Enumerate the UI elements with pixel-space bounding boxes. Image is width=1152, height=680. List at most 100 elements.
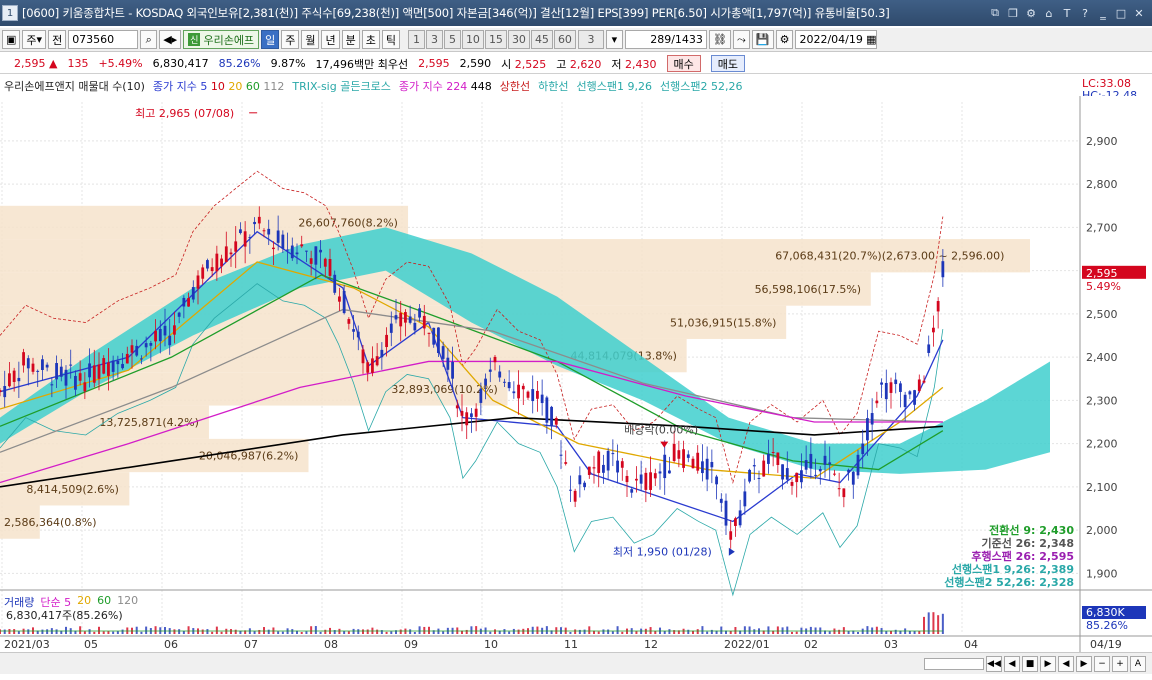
legend-ma224[interactable]: 종가 지수 224 448 [399,78,492,94]
period-button[interactable]: 일 [261,30,280,49]
period-button[interactable]: 분 [341,30,360,49]
period-button[interactable]: 주 [281,30,300,49]
stock-name-field[interactable]: 신 우리손에프 [183,30,260,49]
volume-bar [885,631,888,634]
volume-bar [338,628,341,634]
volume-bar [385,631,388,634]
minute-step-button[interactable]: 5 [443,30,461,49]
candle-body [130,345,134,353]
candle-body [154,330,157,342]
candle-body [224,246,228,262]
save-icon[interactable]: 💾 [751,30,774,49]
sound-icon[interactable]: ◀▸ [159,30,182,49]
nav-button[interactable]: ◀ [1004,655,1020,672]
legend-ma[interactable]: 종가 지수 5 10 20 60 112 [153,78,284,94]
window-number-badge[interactable]: 1 [2,5,18,21]
bid-price: 2,590 [459,57,492,70]
candle-body [620,461,624,468]
minute-step-button[interactable]: 3 [425,30,443,49]
layout-icon[interactable]: ▣ [2,30,21,49]
price-chart[interactable]: 1,9002,0002,1002,2002,3002,4002,5002,600… [0,96,1152,652]
volume-bar [696,629,699,634]
candle-body [187,298,190,307]
home-icon[interactable]: ⌂ [1042,6,1056,20]
nav-button[interactable]: ◀◀ [986,655,1002,672]
period-button[interactable]: 월 [301,30,320,49]
candle-body [795,472,799,483]
candle-body [380,349,384,358]
nav-button[interactable]: + [1112,655,1128,672]
volume-profile-label: 13,725,871(4.2%) [99,416,199,429]
period-type-select[interactable]: 주 ▾ [22,30,47,49]
volume-bar [107,631,110,634]
volume-bar [13,629,16,634]
minute-step-button[interactable]: 30 [507,30,530,49]
horizontal-scrollbar[interactable] [924,657,984,670]
gear-icon[interactable]: ⚙ [775,30,794,49]
restore-icon[interactable]: ⧉ [988,6,1002,20]
volume-bar [413,631,416,634]
legend-upper[interactable]: 상한선 [500,78,530,94]
maximize-icon[interactable]: □ [1114,6,1128,20]
calendar-icon[interactable]: ▦ [866,33,876,46]
candle-body [69,364,73,366]
volume-bar [842,627,845,634]
date-input[interactable]: 2022/04/19 ▦ [795,30,878,49]
candle-body [639,474,643,484]
minute-step-button[interactable]: 60 [553,30,576,49]
prev-button[interactable]: 전 [48,30,67,49]
legend-stock[interactable]: 우리손에프앤지 매물대 수(10) [4,78,145,94]
minute-step-button[interactable]: 10 [461,30,484,49]
volume-bar [314,626,317,634]
minute-step-button[interactable]: 15 [484,30,507,49]
minute-step-button[interactable]: 1 [407,30,425,49]
nav-button[interactable]: ■ [1022,655,1038,672]
nav-button[interactable]: ▶ [1076,655,1092,672]
minimize-icon[interactable]: ‗ [1096,6,1110,20]
chart-type-icon[interactable]: ⤳ [732,30,750,49]
high-annotation: 최고 2,965 (07/08) [135,107,234,120]
nav-button[interactable]: A [1130,655,1146,672]
candle-body [554,418,558,425]
period-button[interactable]: 틱 [381,30,400,49]
volume-bar [569,631,572,634]
indicator-legend: 우리손에프앤지 매물대 수(10) 종가 지수 5 10 20 60 112 T… [0,78,1080,94]
candle-body [465,412,469,426]
volume-bar [234,629,237,634]
ichimoku-value: 후행스팬 26: 2,595 [971,549,1074,563]
volume-bar [494,629,496,634]
nav-button[interactable]: ◀ [1058,655,1074,672]
step-dropdown-icon[interactable]: ▾ [605,30,623,49]
candle-body [422,315,426,329]
minute-step-button[interactable]: 45 [530,30,553,49]
legend-trix[interactable]: TRIX-sig 골든크로스 [292,78,390,94]
candle-body [767,453,770,464]
text-icon[interactable]: T [1060,6,1074,20]
buy-button[interactable]: 매수 [666,55,701,72]
candle-body [503,381,506,383]
custom-step-input[interactable]: 3 [577,30,604,49]
volume-bar [211,631,214,634]
volume-bar [621,631,624,634]
legend-span1[interactable]: 선행스팬1 9,26 [577,78,652,94]
x-tick-label: 08 [324,638,338,651]
volume-bar [531,626,534,634]
period-button[interactable]: 년 [321,30,340,49]
candle-body [441,346,445,359]
nav-button[interactable]: ▶ [1040,655,1056,672]
settings-icon[interactable]: ⚙ [1024,6,1038,20]
sell-button[interactable]: 매도 [710,55,746,72]
chain-icon[interactable]: ⛓ [708,30,731,49]
candle-body [479,388,483,403]
period-button[interactable]: 초 [361,30,380,49]
copy-icon[interactable]: ❐ [1006,6,1020,20]
search-icon[interactable]: ⌕ [140,30,158,49]
candle-body [493,356,497,363]
legend-span2[interactable]: 선행스팬2 52,26 [660,78,742,94]
close-icon[interactable]: ✕ [1132,6,1146,20]
legend-lower[interactable]: 하한선 [538,78,568,94]
stock-code-input[interactable] [68,30,139,49]
nav-button[interactable]: − [1094,655,1110,672]
candle-body [158,328,162,342]
help-icon[interactable]: ? [1078,6,1092,20]
